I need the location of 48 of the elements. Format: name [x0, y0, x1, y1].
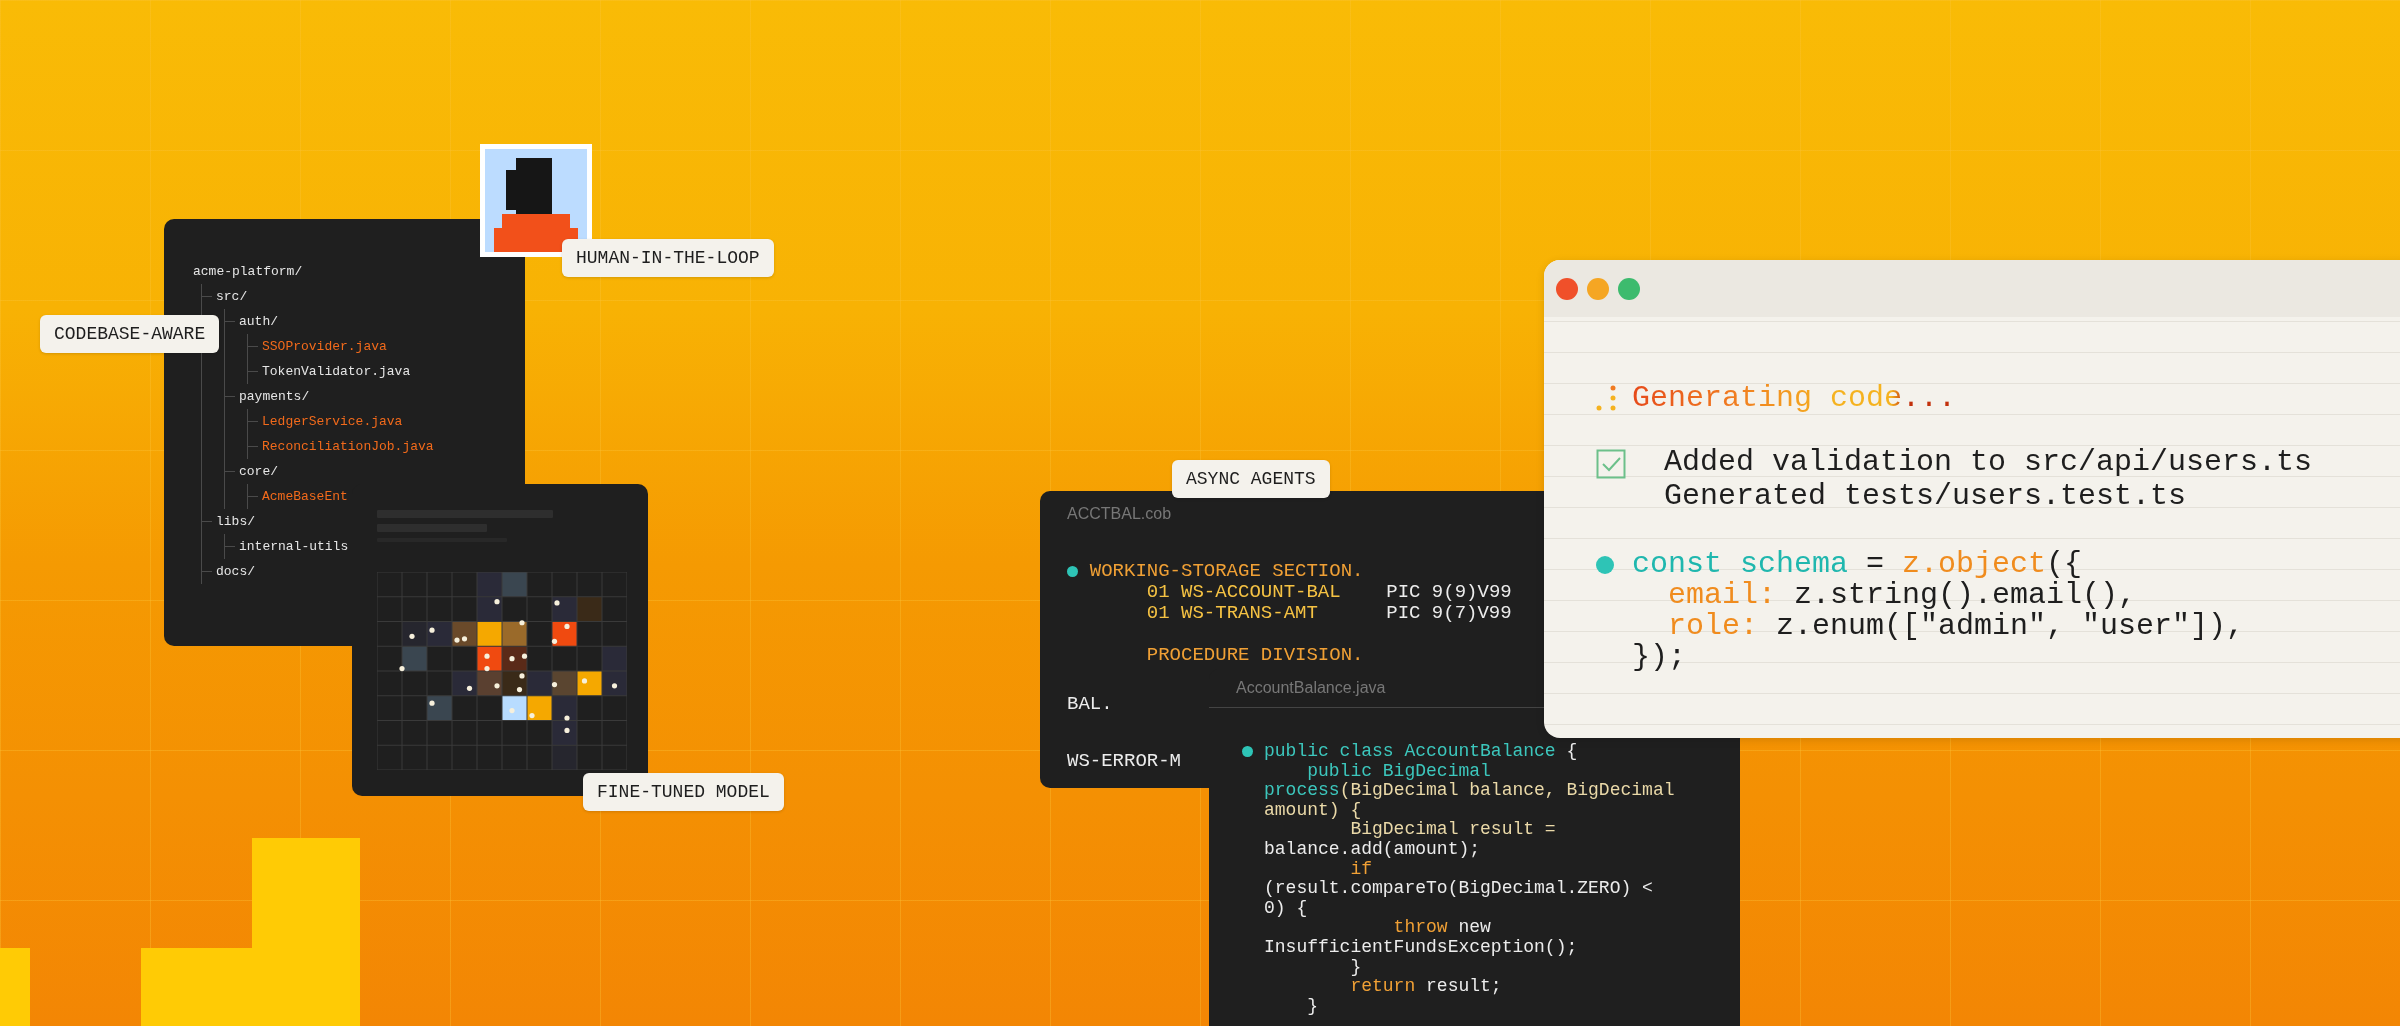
code-line: 01 WS-ACCOUNT-BAL PIC 9(9)V99	[1145, 582, 1512, 603]
code-line: WS-ERROR-M	[1067, 751, 1182, 772]
tree-item[interactable]: src/	[216, 284, 248, 309]
code-line: return result;	[1349, 977, 1502, 997]
spinner-icon	[1596, 383, 1618, 413]
task-text: Generated tests/users.test.ts	[1664, 479, 2188, 513]
tree-item[interactable]: ReconciliationJob.java	[262, 434, 434, 459]
code-line: role: z.enum(["admin", "user"]),	[1667, 611, 2245, 642]
window-minimize-button[interactable]	[1587, 277, 1609, 300]
code-line: amount) {	[1264, 800, 1362, 821]
code-line: (result.compareTo(BigDecimal.ZERO) <	[1264, 879, 1653, 899]
code-line: InsufficientFundsException();	[1264, 937, 1578, 958]
file-name: ACCTBAL.cob	[1067, 505, 1173, 523]
tree-item[interactable]: libs/	[216, 509, 255, 534]
tree-item[interactable]: docs/	[216, 559, 255, 584]
tree-item[interactable]: internal-utils	[239, 534, 349, 559]
tree-item[interactable]: AcmeBaseEnt	[262, 484, 348, 509]
code-line: balance.add(amount);	[1264, 839, 1481, 860]
code-line: BAL.	[1067, 694, 1113, 715]
feature-label: ASYNC AGENTS	[1172, 460, 1330, 498]
code-line: if	[1349, 859, 1373, 880]
window-close-button[interactable]	[1556, 277, 1578, 300]
feature-label: HUMAN-IN-THE-LOOP	[562, 239, 774, 277]
tree-item[interactable]: acme-platform/	[193, 259, 303, 284]
code-line: 0) {	[1264, 898, 1308, 919]
code-line: public class AccountBalance {	[1242, 742, 1578, 762]
code-line: const schema = z.object({	[1596, 549, 2083, 580]
tree-item[interactable]: auth/	[239, 309, 278, 334]
window-maximize-button[interactable]	[1618, 277, 1640, 300]
code-line: BigDecimal result =	[1349, 820, 1556, 840]
task-text: Added validation to src/api/users.ts	[1664, 445, 2313, 479]
code-line: email: z.string().email(),	[1667, 580, 2137, 611]
tree-item[interactable]: payments/	[239, 384, 310, 409]
code-line: 01 WS-TRANS-AMT PIC 9(7)V99	[1145, 603, 1512, 624]
code-line: process(BigDecimal balance, BigDecimal	[1264, 781, 1675, 801]
code-line: public BigDecimal	[1306, 761, 1491, 782]
feature-label: CODEBASE-AWARE	[40, 315, 220, 353]
code-line: }	[1349, 957, 1362, 978]
tree-item[interactable]: SSOProvider.java	[262, 334, 387, 359]
tree-item[interactable]: LedgerService.java	[262, 409, 403, 434]
feature-label: FINE-TUNED MODEL	[583, 773, 784, 811]
tree-item[interactable]: core/	[239, 459, 278, 484]
code-line: WORKING-STORAGE SECTION.	[1067, 561, 1364, 582]
checkbox[interactable]	[1596, 449, 1626, 479]
code-line: }	[1306, 996, 1318, 1017]
code-line: PROCEDURE DIVISION.	[1145, 645, 1364, 666]
code-line: throw new	[1392, 918, 1491, 938]
tree-item[interactable]: TokenValidator.java	[262, 359, 411, 384]
